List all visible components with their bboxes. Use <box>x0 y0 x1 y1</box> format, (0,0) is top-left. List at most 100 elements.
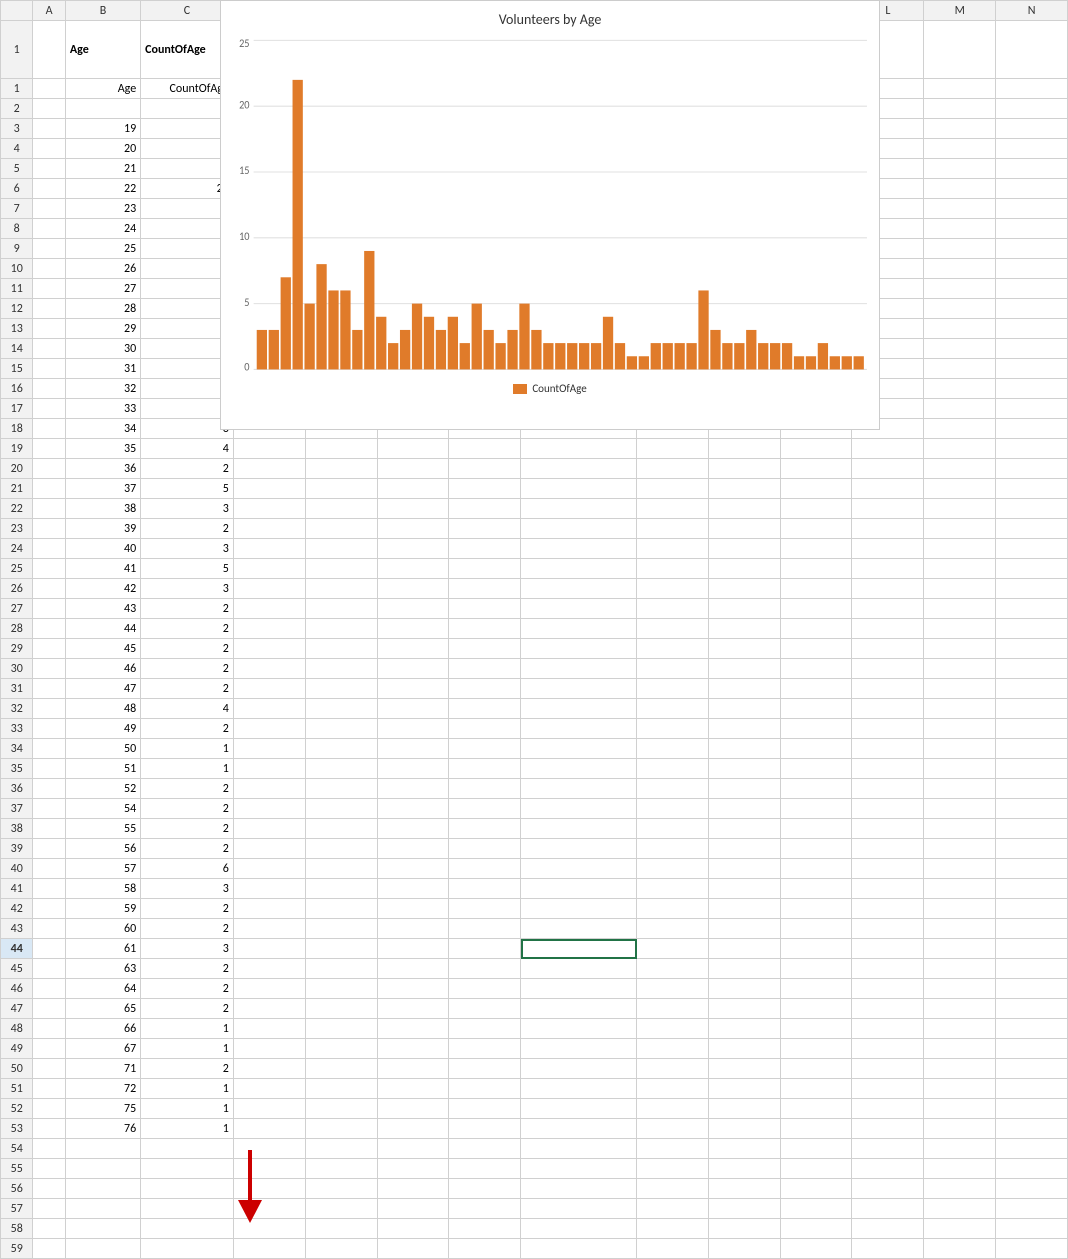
cell-f30[interactable] <box>377 659 449 679</box>
table-row[interactable]: 36522 <box>1 779 1068 799</box>
table-row[interactable]: 54 <box>1 1139 1068 1159</box>
cell-e25[interactable] <box>305 559 377 579</box>
cell-b16[interactable]: 32 <box>65 379 140 399</box>
cell-m57[interactable] <box>924 1199 996 1219</box>
cell-f20[interactable] <box>377 459 449 479</box>
cell-c45[interactable]: 2 <box>141 959 234 979</box>
cell-c29[interactable]: 2 <box>141 639 234 659</box>
cell-g35[interactable] <box>449 759 521 779</box>
cell-g54[interactable] <box>449 1139 521 1159</box>
cell-g25[interactable] <box>449 559 521 579</box>
cell-e32[interactable] <box>305 699 377 719</box>
cell-n46[interactable] <box>996 979 1068 999</box>
cell-m27[interactable] <box>924 599 996 619</box>
cell-d20[interactable] <box>233 459 305 479</box>
cell-b18[interactable]: 34 <box>65 419 140 439</box>
cell-m39[interactable] <box>924 839 996 859</box>
cell-n30[interactable] <box>996 659 1068 679</box>
table-row[interactable]: 27432 <box>1 599 1068 619</box>
cell-i57[interactable] <box>637 1199 709 1219</box>
cell-c22[interactable]: 3 <box>141 499 234 519</box>
cell-l41[interactable] <box>852 879 924 899</box>
cell-l57[interactable] <box>852 1199 924 1219</box>
cell-h52[interactable] <box>521 1099 637 1119</box>
cell-f21[interactable] <box>377 479 449 499</box>
cell-k38[interactable] <box>780 819 852 839</box>
cell-k27[interactable] <box>780 599 852 619</box>
cell-d22[interactable] <box>233 499 305 519</box>
cell-k46[interactable] <box>780 979 852 999</box>
cell-d48[interactable] <box>233 1019 305 1039</box>
cell-l25[interactable] <box>852 559 924 579</box>
cell-m25[interactable] <box>924 559 996 579</box>
cell-b42[interactable]: 59 <box>65 899 140 919</box>
cell-h32[interactable] <box>521 699 637 719</box>
cell-m6[interactable] <box>924 179 996 199</box>
cell-k35[interactable] <box>780 759 852 779</box>
cell-b11[interactable]: 27 <box>65 279 140 299</box>
cell-c46[interactable]: 2 <box>141 979 234 999</box>
cell-d45[interactable] <box>233 959 305 979</box>
cell-h40[interactable] <box>521 859 637 879</box>
cell-g46[interactable] <box>449 979 521 999</box>
cell-n3[interactable] <box>996 119 1068 139</box>
cell-a59[interactable] <box>33 1239 65 1259</box>
cell-f49[interactable] <box>377 1039 449 1059</box>
table-row[interactable]: 22383 <box>1 499 1068 519</box>
cell-a45[interactable] <box>33 959 65 979</box>
cell-k45[interactable] <box>780 959 852 979</box>
cell-h33[interactable] <box>521 719 637 739</box>
cell-a3[interactable] <box>33 119 65 139</box>
cell-a32[interactable] <box>33 699 65 719</box>
cell-n40[interactable] <box>996 859 1068 879</box>
cell-d44[interactable] <box>233 939 305 959</box>
cell-c51[interactable]: 1 <box>141 1079 234 1099</box>
cell-m31[interactable] <box>924 679 996 699</box>
cell-d37[interactable] <box>233 799 305 819</box>
cell-l50[interactable] <box>852 1059 924 1079</box>
cell-b54[interactable] <box>65 1139 140 1159</box>
cell-b27[interactable]: 43 <box>65 599 140 619</box>
cell-j58[interactable] <box>708 1219 780 1239</box>
cell-m43[interactable] <box>924 919 996 939</box>
cell-g58[interactable] <box>449 1219 521 1239</box>
table-row[interactable]: 46642 <box>1 979 1068 999</box>
cell-n35[interactable] <box>996 759 1068 779</box>
cell-b1[interactable]: Age <box>65 79 140 99</box>
cell-m28[interactable] <box>924 619 996 639</box>
cell-e56[interactable] <box>305 1179 377 1199</box>
cell-b8[interactable]: 24 <box>65 219 140 239</box>
cell-b36[interactable]: 52 <box>65 779 140 799</box>
cell-d32[interactable] <box>233 699 305 719</box>
cell-d19[interactable] <box>233 439 305 459</box>
cell-m30[interactable] <box>924 659 996 679</box>
cell-b41[interactable]: 58 <box>65 879 140 899</box>
cell-j53[interactable] <box>708 1119 780 1139</box>
cell-a18[interactable] <box>33 419 65 439</box>
cell-n17[interactable] <box>996 399 1068 419</box>
cell-a52[interactable] <box>33 1099 65 1119</box>
cell-i33[interactable] <box>637 719 709 739</box>
cell-n5[interactable] <box>996 159 1068 179</box>
cell-l43[interactable] <box>852 919 924 939</box>
cell-c41[interactable]: 3 <box>141 879 234 899</box>
table-row[interactable]: 30462 <box>1 659 1068 679</box>
cell-g38[interactable] <box>449 819 521 839</box>
cell-e27[interactable] <box>305 599 377 619</box>
cell-i25[interactable] <box>637 559 709 579</box>
cell-j21[interactable] <box>708 479 780 499</box>
cell-l26[interactable] <box>852 579 924 599</box>
cell-c57[interactable] <box>141 1199 234 1219</box>
table-row[interactable]: 44613 <box>1 939 1068 959</box>
cell-d30[interactable] <box>233 659 305 679</box>
cell-b51[interactable]: 72 <box>65 1079 140 1099</box>
cell-g49[interactable] <box>449 1039 521 1059</box>
cell-g56[interactable] <box>449 1179 521 1199</box>
cell-h29[interactable] <box>521 639 637 659</box>
cell-j30[interactable] <box>708 659 780 679</box>
cell-j55[interactable] <box>708 1159 780 1179</box>
cell-h43[interactable] <box>521 919 637 939</box>
cell-m17[interactable] <box>924 399 996 419</box>
table-row[interactable]: 56 <box>1 1179 1068 1199</box>
cell-l21[interactable] <box>852 479 924 499</box>
